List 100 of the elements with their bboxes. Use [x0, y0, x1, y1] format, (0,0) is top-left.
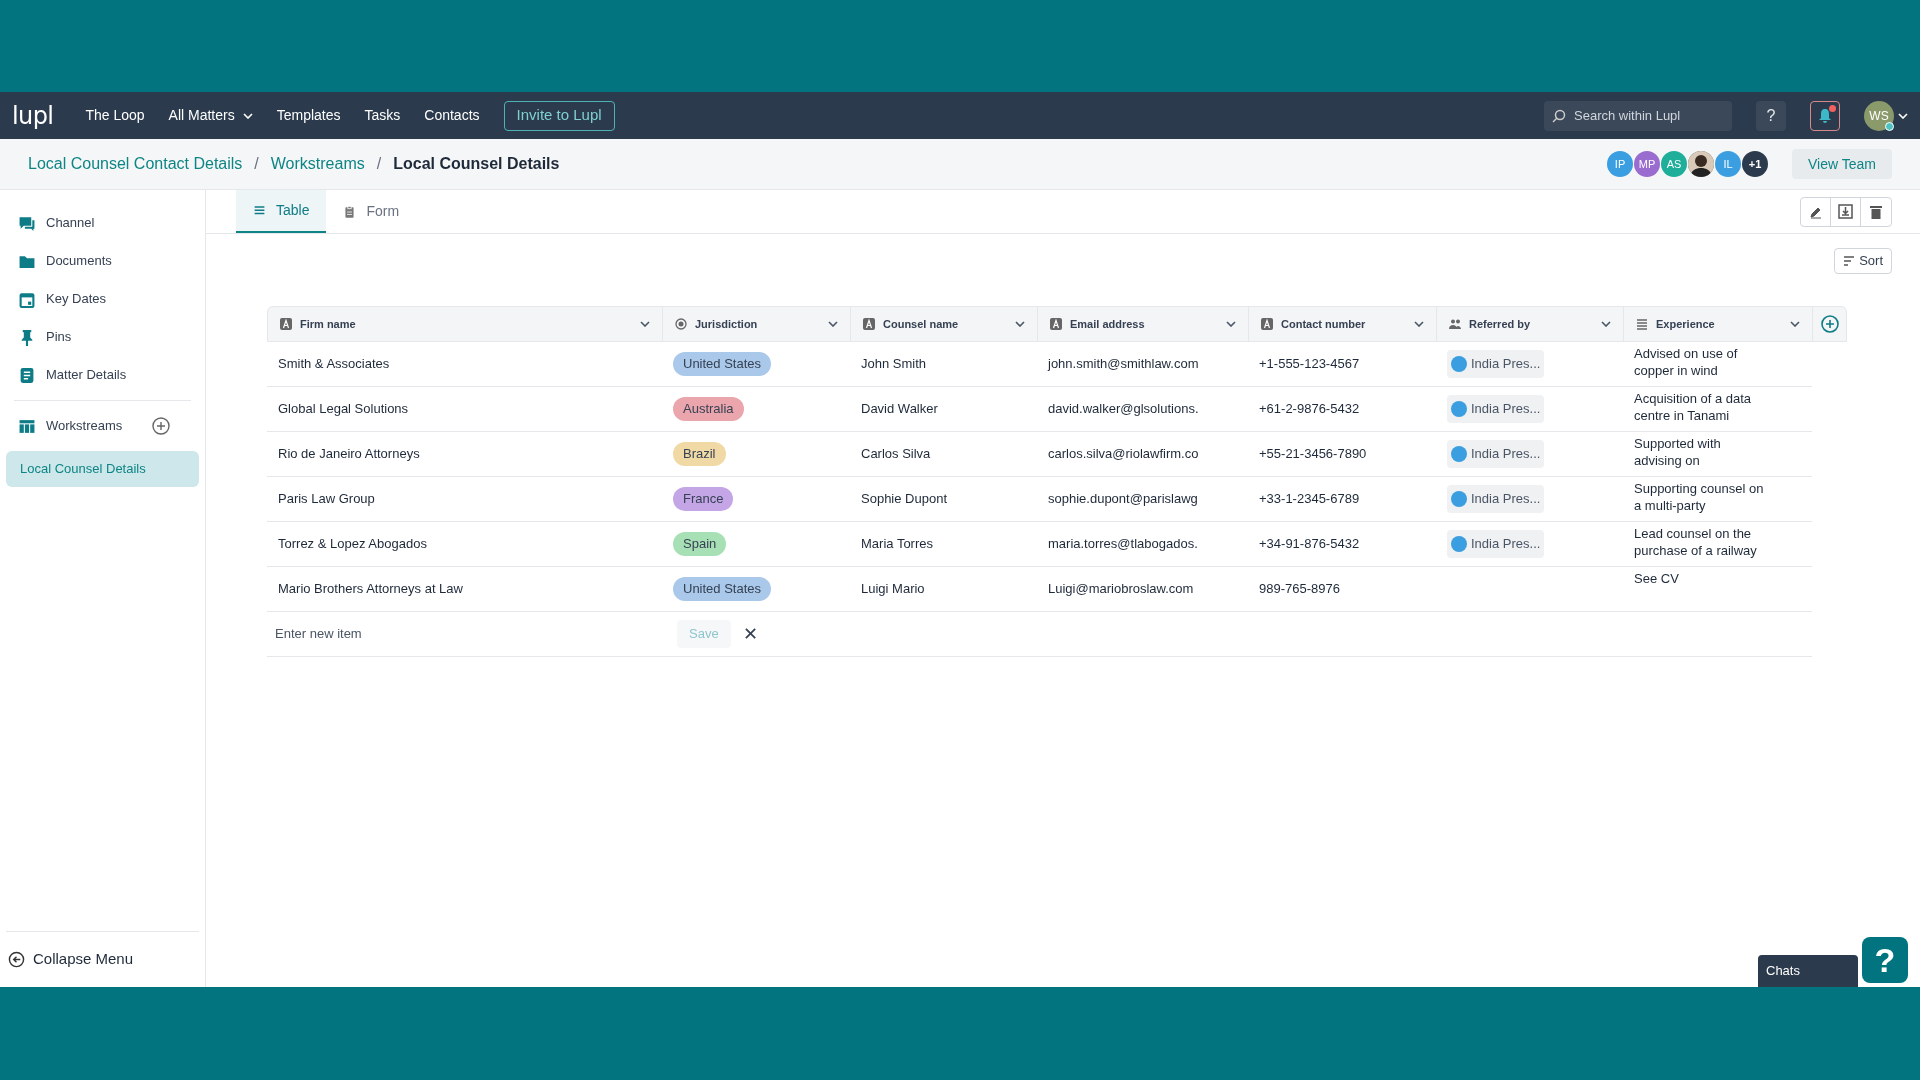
team-avatar[interactable]: [1688, 151, 1715, 177]
referrer-chip[interactable]: India Pres...: [1447, 350, 1545, 378]
avatar-icon: [1451, 446, 1467, 462]
sort-button[interactable]: Sort: [1834, 248, 1892, 274]
table-cell-text: Luigi@mariobroslaw.com: [1048, 580, 1194, 599]
table-cell-text: david.walker@glsolutions.: [1048, 400, 1199, 419]
jurisdiction-tag: France: [673, 487, 734, 511]
referrer-chip[interactable]: India Pres...: [1447, 440, 1545, 468]
jurisdiction-tag: United States: [673, 352, 772, 376]
add-icon[interactable]: [152, 417, 171, 435]
table-cell: Supporting counsel on a multi-party: [1634, 480, 1764, 514]
collapse-menu-link[interactable]: Collapse Menu: [6, 931, 199, 987]
help-button[interactable]: ?: [1862, 937, 1908, 983]
table-cell-text: +33-1-2345-6789: [1259, 490, 1360, 509]
jurisdiction-tag: Brazil: [673, 442, 726, 466]
sidebar-item[interactable]: Pins: [6, 318, 84, 356]
table-cell-text: Advised on use of copper in wind: [1634, 345, 1739, 379]
logo[interactable]: lupl: [12, 97, 54, 134]
caret-icon[interactable]: [1601, 321, 1611, 327]
search-box[interactable]: Search within Lupl: [1544, 100, 1732, 131]
sidebar-item[interactable]: Channel: [6, 204, 107, 242]
sidebar-item[interactable]: Documents: [6, 242, 124, 280]
table-cell-text: Sophie Dupont: [861, 490, 947, 509]
breadcrumb-separator: /: [254, 154, 259, 174]
referrer-chip[interactable]: India Pres...: [1447, 395, 1545, 423]
caret-icon[interactable]: [1226, 321, 1236, 327]
caret-icon[interactable]: [1015, 321, 1025, 327]
column-header[interactable]: Referred by: [1437, 307, 1624, 341]
sidebar-item[interactable]: Local Counsel Details: [6, 451, 199, 487]
search-field[interactable]: Search within Lupl: [1574, 102, 1722, 129]
cancel-button[interactable]: ✕: [742, 620, 758, 648]
sort-icon: [1843, 256, 1856, 266]
caret-icon[interactable]: [640, 321, 650, 327]
jurisdiction-tag: Spain: [673, 532, 727, 556]
radio-icon: [675, 318, 687, 330]
nav-link[interactable]: All Matters: [168, 105, 253, 126]
people-icon: [1449, 318, 1461, 330]
document-icon: [18, 366, 36, 384]
table-cell-text: David Walker: [861, 400, 938, 419]
column-header[interactable]: Email address: [1038, 307, 1249, 341]
chats-bar[interactable]: Chats: [1758, 955, 1858, 987]
breadcrumb-link[interactable]: Local Counsel Details: [393, 152, 560, 176]
table-cell-text: 989-765-8976: [1259, 580, 1340, 599]
more-members-badge[interactable]: +1: [1742, 151, 1769, 177]
chats-label: Chats: [1766, 962, 1800, 981]
breadcrumb-link[interactable]: Workstreams: [270, 152, 365, 176]
table-cell-text: Mario Brothers Attorneys at Law: [278, 580, 463, 599]
table-cell-text: +61-2-9876-5432: [1259, 400, 1360, 419]
table-cell-text: Lead counsel on the purchase of a railway: [1634, 525, 1758, 559]
jurisdiction-tag: Australia: [673, 397, 744, 421]
caret-icon[interactable]: [1790, 321, 1800, 327]
nav-link[interactable]: Contacts: [424, 105, 480, 126]
avatar-icon: [1451, 536, 1467, 552]
nav-link[interactable]: The Loop: [85, 105, 145, 126]
view-team-button[interactable]: View Team: [1792, 149, 1892, 179]
search-icon: [1552, 108, 1566, 123]
sidebar-item[interactable]: Workstreams: [6, 407, 135, 445]
text-type-icon: [863, 318, 875, 330]
bell-icon: [1818, 107, 1832, 124]
table-cell-text: sophie.dupont@parislawg: [1048, 490, 1198, 509]
calendar-icon: [18, 290, 36, 308]
column-header[interactable]: Jurisdiction: [663, 307, 851, 341]
table-cell-text: Rio de Janeiro Attorneys: [278, 445, 420, 464]
table-cell-text: Maria Torres: [861, 535, 933, 554]
clipboard-icon: [343, 204, 357, 219]
column-header[interactable]: Firm name: [268, 307, 663, 341]
team-avatar[interactable]: MP: [1634, 151, 1661, 177]
referrer-chip[interactable]: India Pres...: [1447, 530, 1545, 558]
table-cell-text: maria.torres@tlabogados.: [1048, 535, 1198, 554]
table-cell-text: Paris Law Group: [278, 490, 375, 509]
table-cell-text: +1-555-123-4567: [1259, 355, 1360, 374]
table-cell-text: See CV: [1634, 570, 1680, 587]
sidebar-item[interactable]: Key Dates: [6, 280, 118, 318]
view-tab[interactable]: Form: [326, 190, 417, 233]
caret-icon[interactable]: [1414, 321, 1424, 327]
column-header[interactable]: Experience: [1624, 307, 1813, 341]
table-cell-text: john.smith@smithlaw.com: [1048, 355, 1199, 374]
notifications-button[interactable]: [1810, 100, 1840, 131]
new-item-field[interactable]: Enter new item: [267, 624, 677, 644]
jurisdiction-tag: United States: [673, 577, 772, 601]
nav-link[interactable]: Templates: [276, 105, 341, 126]
text-type-icon: [1261, 318, 1273, 330]
text-type-icon: [1050, 318, 1062, 330]
invite-button[interactable]: Invite to Lupl: [503, 100, 615, 131]
column-header[interactable]: Counsel name: [851, 307, 1038, 341]
view-tab[interactable]: Table: [236, 190, 327, 233]
table-cell-text: Carlos Silva: [861, 445, 931, 464]
table-cell-text: John Smith: [861, 355, 927, 374]
column-header[interactable]: Contact number: [1249, 307, 1437, 341]
referrer-chip[interactable]: India Pres...: [1447, 485, 1545, 513]
table-cell-text: Luigi Mario: [861, 580, 925, 599]
help-button[interactable]: ?: [1756, 100, 1786, 131]
chat-icon: [18, 214, 36, 232]
sidebar-item[interactable]: Matter Details: [6, 356, 139, 394]
breadcrumb-link[interactable]: Local Counsel Contact Details: [28, 152, 243, 176]
caret-icon[interactable]: [828, 321, 838, 327]
table-icon: [18, 417, 36, 435]
nav-link[interactable]: Tasks: [364, 105, 401, 126]
table-cell-text: Supported with advising on: [1634, 435, 1722, 469]
table-cell-text: Smith & Associates: [278, 355, 390, 374]
